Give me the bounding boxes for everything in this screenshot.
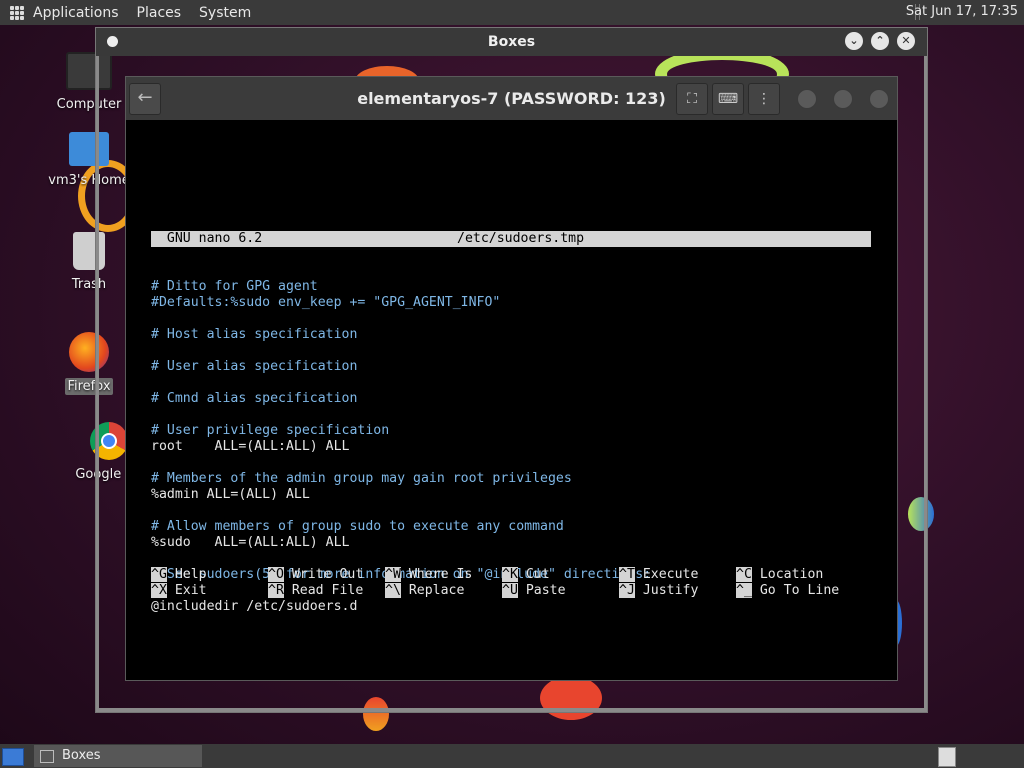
boxes-window-title: Boxes [487, 34, 536, 50]
nano-buffer[interactable]: # Ditto for GPG agent #Defaults:%sudo env… [151, 279, 871, 615]
window-menu-icon[interactable] [107, 36, 118, 47]
shortcut-item: ^U Paste [502, 583, 566, 599]
window-control-icon[interactable] [797, 89, 817, 109]
window-border [96, 708, 927, 712]
shortcut-label: Paste [525, 583, 566, 598]
nano-line: root ALL=(ALL:ALL) ALL [151, 439, 350, 454]
shortcut-key: ^U [502, 583, 518, 598]
shortcut-item: ^T Execute [619, 567, 698, 583]
shortcut-label: Execute [642, 567, 699, 582]
shortcut-key: ^_ [736, 583, 752, 598]
shortcut-key: ^\ [385, 583, 401, 598]
menu-system[interactable]: System [199, 5, 251, 21]
shortcut-item: ^O Write Out [268, 567, 363, 583]
nano-line: %admin ALL=(ALL) ALL [151, 487, 310, 502]
shortcut-key: ^G [151, 567, 167, 582]
shortcut-label: Write Out [291, 567, 364, 582]
shortcut-label: Read File [291, 583, 364, 598]
fullscreen-icon[interactable]: ⛶ [676, 83, 708, 115]
shortcut-key: ^X [151, 583, 167, 598]
nano-line [151, 455, 871, 471]
shortcut-label: Location [759, 567, 824, 582]
nano-line: # User privilege specification [151, 423, 390, 438]
close-button[interactable]: ✕ [897, 32, 915, 50]
show-desktop-button[interactable] [2, 748, 24, 766]
nano-line: # Ditto for GPG agent [151, 279, 318, 294]
menu-places[interactable]: Places [137, 5, 182, 21]
keyboard-icon[interactable]: ⌨ [712, 83, 744, 115]
maximize-button[interactable]: ⌃ [871, 32, 889, 50]
bottom-taskbar: Boxes [0, 744, 1024, 768]
shortcut-item: ^\ Replace [385, 583, 464, 599]
shortcut-item: ^C Location [736, 567, 823, 583]
shortcut-item: ^K Cut [502, 567, 550, 583]
workspace-switcher[interactable] [938, 747, 956, 767]
shortcut-key: ^W [385, 567, 401, 582]
shortcut-label: Where Is [408, 567, 473, 582]
nano-status-bar: GNU nano 6.2/etc/sudoers.tmp [151, 231, 871, 247]
shortcut-item: ^X Exit [151, 583, 207, 599]
shortcut-item: ^_ Go To Line [736, 583, 839, 599]
window-control-icon[interactable] [869, 89, 889, 109]
shortcut-key: ^K [502, 567, 518, 582]
window-control-icon[interactable] [833, 89, 853, 109]
shortcut-label: Help [174, 567, 207, 582]
nano-line [151, 375, 871, 391]
menu-applications[interactable]: Applications [33, 5, 119, 21]
nano-line: @includedir /etc/sudoers.d [151, 599, 358, 614]
shortcut-item: ^G Help [151, 567, 207, 583]
nano-filename: /etc/sudoers.tmp [457, 231, 585, 246]
nano-line [151, 551, 871, 567]
shortcut-label: Replace [408, 583, 465, 598]
vm-headerbar: ← elementaryos-7 (PASSWORD: 123) ⛶ ⌨ ⋮ [126, 77, 897, 120]
vm-title: elementaryos-7 (PASSWORD: 123) [357, 89, 666, 108]
nano-line: %sudo ALL=(ALL:ALL) ALL [151, 535, 350, 550]
nano-line: # Allow members of group sudo to execute… [151, 519, 564, 534]
vm-display-window[interactable]: ← elementaryos-7 (PASSWORD: 123) ⛶ ⌨ ⋮ G… [125, 76, 898, 681]
shortcut-label: Go To Line [759, 583, 840, 598]
clock[interactable]: Sat Jun 17, 17:35 [906, 4, 1018, 19]
shortcut-key: ^C [736, 567, 752, 582]
taskbar-item-label: Boxes [62, 748, 101, 763]
shortcut-key: ^T [619, 567, 635, 582]
applications-grid-icon[interactable] [10, 5, 24, 20]
boxes-app-icon [40, 750, 54, 763]
minimize-button[interactable]: ⌄ [845, 32, 863, 50]
shortcut-item: ^W Where Is [385, 567, 472, 583]
shortcut-key: ^J [619, 583, 635, 598]
shortcut-item: ^R Read File [268, 583, 363, 599]
nano-line [151, 407, 871, 423]
shortcut-key: ^R [268, 583, 284, 598]
boxes-titlebar[interactable]: Boxes ⌄ ⌃ ✕ [96, 28, 927, 56]
nano-line [151, 343, 871, 359]
window-border [96, 56, 99, 711]
nano-line [151, 503, 871, 519]
shortcut-key: ^O [268, 567, 284, 582]
window-border [924, 56, 927, 711]
shortcut-label: Cut [525, 567, 550, 582]
taskbar-item-boxes[interactable]: Boxes [34, 745, 202, 767]
nano-line: # User alias specification [151, 359, 358, 374]
nano-version: GNU nano 6.2 [151, 231, 263, 246]
shortcut-label: Justify [642, 583, 699, 598]
nano-line [151, 311, 871, 327]
shortcut-item: ^J Justify [619, 583, 698, 599]
shortcut-label: Exit [174, 583, 207, 598]
menu-icon[interactable]: ⋮ [748, 83, 780, 115]
nano-line: # Cmnd alias specification [151, 391, 358, 406]
nano-line: # Host alias specification [151, 327, 358, 342]
nano-line: #Defaults:%sudo env_keep += "GPG_AGENT_I… [151, 295, 501, 310]
top-panel: Applications Places System Sat Jun 17, 1… [0, 0, 1024, 25]
nano-line: # Members of the admin group may gain ro… [151, 471, 572, 486]
